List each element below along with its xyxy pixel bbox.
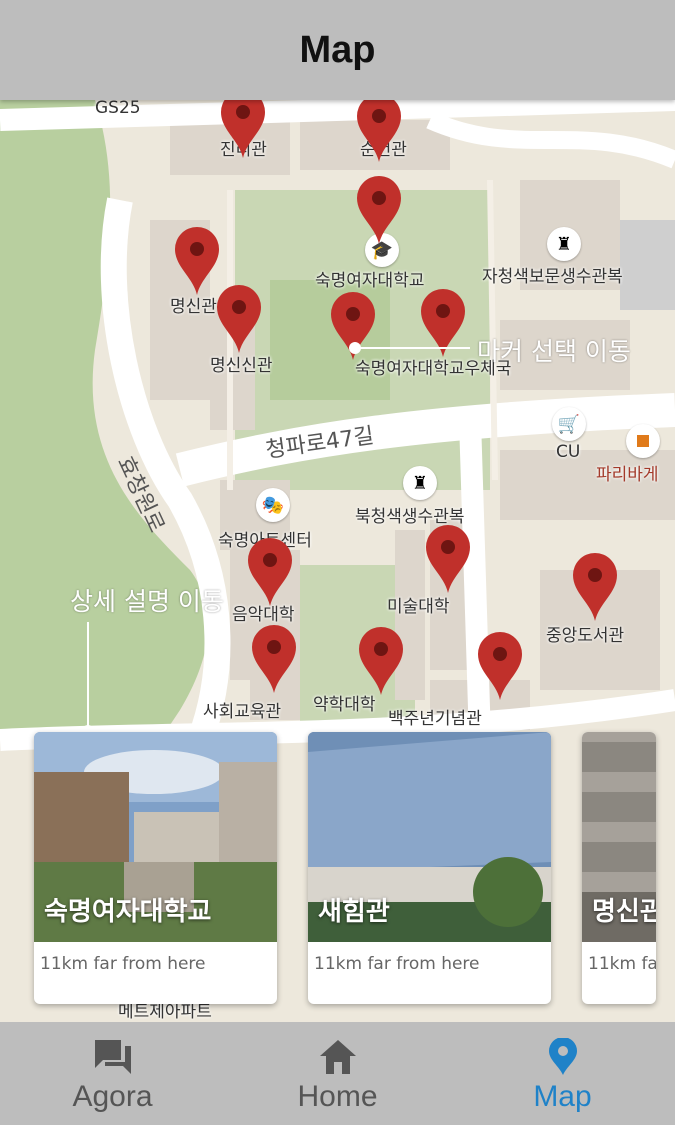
- tab-label: Map: [533, 1080, 592, 1113]
- place-card[interactable]: 명신관 11km far from here: [582, 732, 656, 1004]
- map-marker[interactable]: [173, 225, 221, 297]
- annotation-line: [355, 347, 470, 349]
- card-title: 새힘관: [318, 897, 390, 927]
- card-distance: 11km far from here: [314, 954, 480, 974]
- location-pin-icon: [548, 1038, 577, 1075]
- card-title: 숙명여자대학교: [44, 897, 212, 927]
- map-label-cu: CU: [556, 442, 581, 462]
- card-distance: 11km far from here: [588, 954, 656, 974]
- map-marker[interactable]: [476, 630, 524, 702]
- map-marker[interactable]: [357, 625, 405, 697]
- place-photo: 숙명여자대학교: [34, 732, 277, 942]
- map-marker[interactable]: [355, 174, 403, 246]
- map-marker[interactable]: [571, 551, 619, 623]
- chat-icon: [94, 1040, 131, 1074]
- place-photo: 명신관: [582, 732, 656, 942]
- shopping-cart-icon[interactable]: 🛒: [552, 407, 586, 441]
- bakery-icon[interactable]: [626, 424, 660, 458]
- map-marker[interactable]: [355, 100, 403, 164]
- card-title: 명신관: [592, 897, 656, 927]
- tab-label: Home: [297, 1080, 378, 1113]
- place-card[interactable]: 새힘관 11km far from here: [308, 732, 551, 1004]
- map-label-fine-art: 미술대학: [387, 597, 450, 617]
- tab-label: Agora: [72, 1080, 153, 1113]
- page-title: Map: [299, 28, 376, 71]
- map-label-paris: 파리바게: [596, 465, 659, 485]
- map-label-sookmyung: 숙명여자대학교: [315, 271, 425, 291]
- home-icon: [319, 1040, 356, 1074]
- tab-home[interactable]: Home: [225, 1022, 450, 1125]
- map-marker[interactable]: [424, 523, 472, 595]
- annotation-line: [87, 622, 89, 727]
- bottom-tab-bar: Agora Home Map: [0, 1022, 675, 1125]
- map-marker[interactable]: [219, 100, 267, 160]
- landmark-icon[interactable]: ♜: [403, 466, 437, 500]
- map-marker[interactable]: [215, 283, 263, 355]
- map-marker[interactable]: [246, 536, 294, 608]
- card-distance: 11km far from here: [40, 954, 206, 974]
- map-label-centennial: 백주년기념관: [388, 709, 482, 729]
- tab-agora[interactable]: Agora: [0, 1022, 225, 1125]
- annotation-detail-move: 상세 설명 이동: [70, 587, 224, 616]
- app-header: Map: [0, 0, 675, 100]
- landmark-icon[interactable]: ♜: [547, 227, 581, 261]
- place-card[interactable]: 숙명여자대학교 11km far from here: [34, 732, 277, 1004]
- annotation-marker-select: 마커 선택 이동: [477, 337, 631, 366]
- map-label-gs25: GS25: [95, 100, 141, 118]
- place-photo: 새힘관: [308, 732, 551, 942]
- map-label-jacheong: 자청색보문생수관복: [482, 267, 623, 287]
- theater-icon[interactable]: 🎭: [256, 488, 290, 522]
- map-label-library: 중앙도서관: [546, 626, 625, 646]
- map-label-social-edu: 사회교육관: [203, 702, 282, 722]
- tab-map[interactable]: Map: [450, 1022, 675, 1125]
- map-marker[interactable]: [250, 623, 298, 695]
